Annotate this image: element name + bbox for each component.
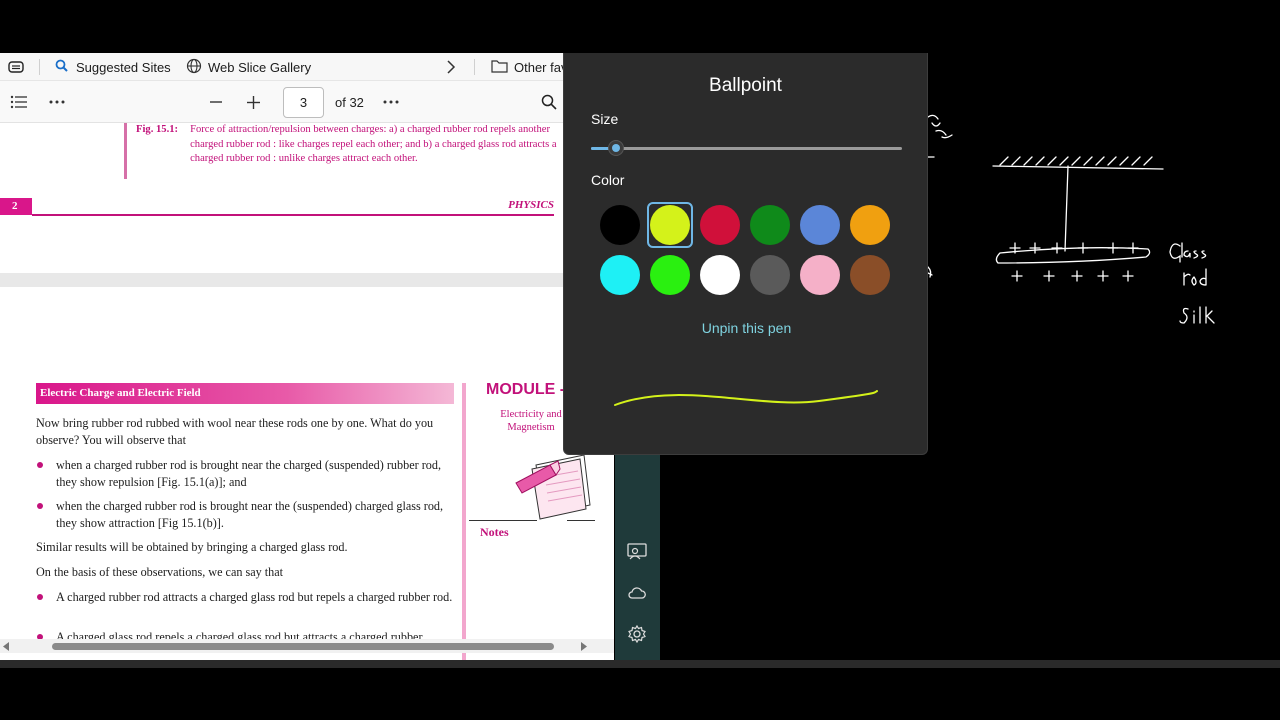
page-gap — [0, 273, 614, 287]
list-item: A charged rubber rod attracts a charged … — [36, 589, 456, 606]
pen-panel-title: Ballpoint — [709, 75, 782, 96]
favorite-label: Other fav — [514, 59, 568, 75]
gear-icon[interactable] — [626, 623, 648, 645]
favorite-label: Suggested Sites — [76, 59, 171, 75]
color-swatch[interactable] — [800, 205, 840, 245]
color-swatch[interactable] — [850, 255, 890, 295]
favorite-other-folder[interactable]: Other fav — [491, 58, 567, 76]
size-slider-thumb[interactable] — [608, 140, 624, 156]
notes-label: Notes — [480, 525, 509, 539]
color-swatch[interactable] — [750, 205, 790, 245]
paragraph: Now bring rubber rod rubbed with wool ne… — [36, 416, 434, 447]
size-label: Size — [591, 111, 619, 127]
globe-icon — [186, 58, 202, 77]
margin-divider — [462, 383, 466, 660]
color-swatch[interactable] — [800, 255, 840, 295]
zoom-out-icon[interactable] — [205, 90, 227, 114]
chevron-right-icon[interactable] — [446, 58, 456, 76]
notepad-pen-icon — [515, 454, 591, 520]
size-slider[interactable] — [591, 140, 902, 156]
scrollbar-thumb[interactable] — [52, 643, 554, 650]
page-count-label: of 32 — [335, 95, 364, 110]
figure-caption: Fig. 15.1: Force of attraction/repulsion… — [124, 123, 564, 179]
color-swatch[interactable] — [600, 205, 640, 245]
color-label: Color — [591, 172, 625, 188]
color-swatch[interactable] — [700, 255, 740, 295]
module-title: MODULE - — [486, 381, 566, 398]
cloud-icon[interactable] — [626, 582, 648, 604]
favorite-suggested-sites[interactable]: Suggested Sites — [55, 58, 171, 76]
paragraph: On the basis of these observations, we c… — [36, 565, 284, 579]
figure-caption-label: Fig. 15.1: — [136, 124, 179, 135]
table-of-contents-icon[interactable] — [8, 90, 30, 114]
page-footer-rule — [32, 214, 554, 216]
pdf-toolbar: 3 of 32 — [0, 81, 614, 123]
folder-icon — [491, 59, 508, 76]
presenter-icon[interactable] — [626, 541, 648, 563]
zoom-in-icon[interactable] — [242, 90, 264, 114]
page-number-input[interactable]: 3 — [283, 87, 324, 118]
running-header: PHYSICS — [508, 199, 554, 211]
color-swatch[interactable] — [700, 205, 740, 245]
page-number-badge: 2 — [0, 198, 32, 215]
bullet-icon — [37, 462, 43, 468]
color-swatch[interactable] — [650, 255, 690, 295]
horizontal-scrollbar[interactable] — [0, 639, 614, 653]
color-swatch[interactable] — [600, 255, 640, 295]
pdf-page-2: Fig. 15.1: Force of attraction/repulsion… — [0, 123, 600, 273]
taskbar-strip — [0, 660, 1280, 668]
favorite-label: Web Slice Gallery — [208, 59, 312, 75]
module-subtitle: Electricity and Magnetism — [500, 409, 562, 433]
bullet-icon — [37, 503, 43, 509]
pdf-page-3: Electric Charge and Electric Field MODUL… — [0, 287, 600, 660]
stroke-preview — [614, 390, 878, 406]
scroll-left-icon[interactable] — [2, 642, 10, 651]
color-swatch[interactable] — [850, 205, 890, 245]
browser-window: Suggested Sites Web Slice Gallery Other … — [0, 53, 614, 660]
color-swatch[interactable] — [650, 205, 690, 245]
scroll-right-icon[interactable] — [580, 642, 588, 651]
color-swatch[interactable] — [750, 255, 790, 295]
unpin-pen-button[interactable]: Unpin this pen — [564, 320, 929, 336]
favorite-web-slice-gallery[interactable]: Web Slice Gallery — [186, 58, 311, 76]
paragraph: Similar results will be obtained by brin… — [36, 540, 348, 554]
section-header: Electric Charge and Electric Field — [36, 383, 454, 404]
list-item: when the charged rubber rod is brought n… — [36, 498, 456, 531]
find-search-icon[interactable] — [538, 90, 560, 114]
bullet-icon — [37, 594, 43, 600]
page-options-icon[interactable] — [380, 90, 402, 114]
pdf-document-view[interactable]: Fig. 15.1: Force of attraction/repulsion… — [0, 123, 614, 660]
favorites-bar: Suggested Sites Web Slice Gallery Other … — [0, 53, 614, 81]
more-options-icon[interactable] — [46, 90, 68, 114]
list-item: when a charged rubber rod is brought nea… — [36, 457, 456, 490]
pen-settings-panel: Ballpoint Size Color Unpin this pen — [563, 53, 928, 455]
tab-actions-icon[interactable] — [8, 58, 24, 76]
search-icon — [55, 59, 68, 75]
figure-caption-text: Force of attraction/repulsion between ch… — [190, 124, 557, 164]
